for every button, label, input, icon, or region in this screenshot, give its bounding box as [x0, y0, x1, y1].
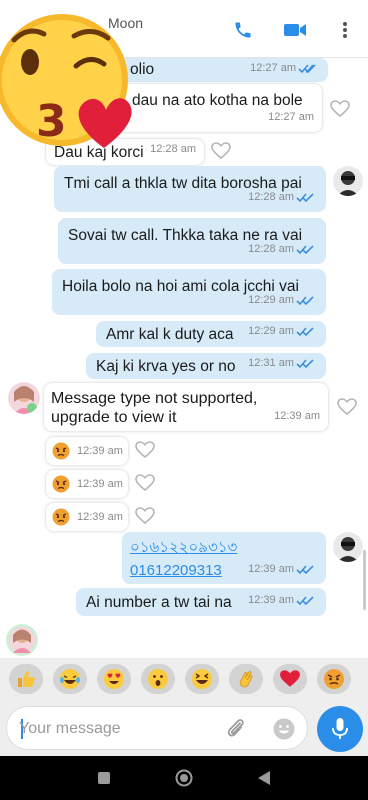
heart-eyes-icon: [104, 669, 124, 689]
message-time: 12:39 am: [77, 511, 123, 523]
message-meta: 12:39 am: [248, 591, 318, 610]
message-text: Ai number a tw tai na: [86, 594, 232, 611]
double-check-icon: [296, 295, 314, 305]
sender-avatar[interactable]: [333, 166, 363, 196]
message-bubble-outgoing[interactable]: olio 12:27 am: [118, 58, 328, 82]
message-text-line2: upgrade to view it: [51, 409, 177, 426]
double-check-icon: [296, 326, 314, 336]
message-input-box[interactable]: [6, 706, 308, 750]
angry-face-icon: [52, 475, 70, 493]
recent-apps-icon[interactable]: [94, 768, 114, 788]
message-meta: 12:31 am: [248, 354, 318, 373]
phone-number-link[interactable]: 01612209313: [130, 561, 222, 580]
message-meta: 12:29 am: [248, 291, 318, 310]
message-text: Amr kal k duty aca: [106, 326, 234, 343]
kissing-face-sticker: 3: [0, 0, 140, 165]
double-check-icon: [296, 192, 314, 202]
message-time: 12:39 am: [77, 478, 123, 490]
grinning-squint-icon: [192, 669, 212, 689]
message-bubble-outgoing[interactable]: Hoila bolo na hoi ami cola jcchi vai 12:…: [52, 269, 326, 315]
thumbs-up-reaction[interactable]: [9, 664, 43, 694]
message-meta: 12:39 am: [248, 560, 318, 579]
sender-avatar[interactable]: [333, 532, 363, 562]
message-bubble-emoji[interactable]: 12:39 am: [46, 437, 128, 465]
scrollbar[interactable]: [363, 550, 366, 610]
surprised-face-icon: [148, 669, 168, 689]
message-bubble-incoming[interactable]: Message type not supported, upgrade to v…: [44, 383, 328, 431]
message-time: 12:29 am: [248, 325, 294, 337]
home-icon[interactable]: [174, 768, 194, 788]
angry-reaction[interactable]: [317, 664, 351, 694]
message-text-line1: Message type not supported,: [51, 390, 258, 407]
like-heart-icon[interactable]: [135, 441, 155, 459]
double-check-icon: [296, 564, 314, 574]
more-options-icon[interactable]: [333, 18, 357, 42]
message-bubble-outgoing[interactable]: ০১৬১২২০৯৩১৩ 01612209313 12:39 am: [122, 532, 326, 584]
message-time: 12:39 am: [248, 563, 294, 575]
message-time: 12:27 am: [250, 62, 296, 74]
laughing-tears-icon: [60, 669, 80, 689]
attachment-icon[interactable]: [225, 717, 247, 746]
message-bubble-outgoing[interactable]: Sovai tw call. Thkka taka ne ra vai 12:2…: [58, 218, 326, 264]
double-check-icon: [296, 595, 314, 605]
like-heart-icon[interactable]: [135, 507, 155, 525]
voice-record-button[interactable]: [317, 706, 363, 752]
video-call-icon[interactable]: [283, 18, 307, 42]
surprised-reaction[interactable]: [141, 664, 175, 694]
quick-reactions-bar: [0, 658, 368, 702]
red-heart-reaction[interactable]: [273, 664, 307, 694]
like-heart-icon[interactable]: [211, 142, 231, 160]
microphone-icon: [332, 718, 348, 739]
like-heart-icon[interactable]: [337, 398, 357, 416]
message-time: 12:27 am: [268, 111, 314, 123]
phone-icon[interactable]: [231, 18, 255, 42]
message-bubble-emoji[interactable]: 12:39 am: [46, 470, 128, 498]
message-bubble-emoji[interactable]: 12:39 am: [46, 503, 128, 531]
double-check-icon: [296, 244, 314, 254]
message-time: 12:39 am: [248, 594, 294, 606]
message-text: Kaj ki krva yes or no: [96, 358, 236, 375]
like-heart-icon[interactable]: [135, 474, 155, 492]
clapping-hands-icon: [239, 671, 253, 688]
message-meta: 12:28 am: [248, 188, 318, 207]
back-icon[interactable]: [254, 768, 274, 788]
emoji-picker-icon[interactable]: [272, 717, 296, 746]
red-heart-icon: [280, 670, 300, 687]
clapping-reaction[interactable]: [229, 664, 263, 694]
message-bubble-outgoing[interactable]: Ai number a tw tai na 12:39 am: [76, 588, 326, 616]
message-time: 12:39 am: [77, 445, 123, 457]
system-navigation-bar: [0, 756, 368, 800]
angry-face-icon: [52, 442, 70, 460]
message-time: 12:28 am: [248, 243, 294, 255]
phone-number-link-bengali[interactable]: ০১৬১২২০৯৩১৩: [130, 538, 237, 557]
message-time: 12:29 am: [248, 294, 294, 306]
message-meta: 12:28 am: [248, 240, 318, 259]
angry-face-icon: [52, 508, 70, 526]
message-bubble-outgoing[interactable]: Amr kal k duty aca 12:29 am: [96, 321, 326, 347]
message-composer: [0, 702, 368, 756]
message-input[interactable]: [19, 719, 219, 739]
message-time: 12:28 am: [150, 143, 196, 155]
message-time: 12:39 am: [274, 410, 320, 422]
laughing-tears-reaction[interactable]: [53, 664, 87, 694]
double-check-icon: [298, 63, 316, 73]
contact-avatar[interactable]: [8, 382, 40, 414]
like-heart-icon[interactable]: [330, 100, 350, 118]
grinning-squint-reaction[interactable]: [185, 664, 219, 694]
message-bubble-outgoing[interactable]: Tmi call a thkla tw dita borosha pai 12:…: [54, 166, 326, 212]
svg-text:3: 3: [36, 96, 67, 147]
double-check-icon: [296, 358, 314, 368]
contact-avatar-typing[interactable]: [6, 624, 38, 656]
message-time: 12:31 am: [248, 357, 294, 369]
thumbs-up-icon: [18, 671, 35, 687]
message-meta: 12:27 am: [250, 59, 320, 78]
message-bubble-outgoing[interactable]: Kaj ki krva yes or no 12:31 am: [86, 353, 326, 379]
message-time: 12:28 am: [248, 191, 294, 203]
message-meta: 12:29 am: [248, 322, 318, 341]
angry-face-icon: [324, 669, 344, 689]
heart-eyes-reaction[interactable]: [97, 664, 131, 694]
